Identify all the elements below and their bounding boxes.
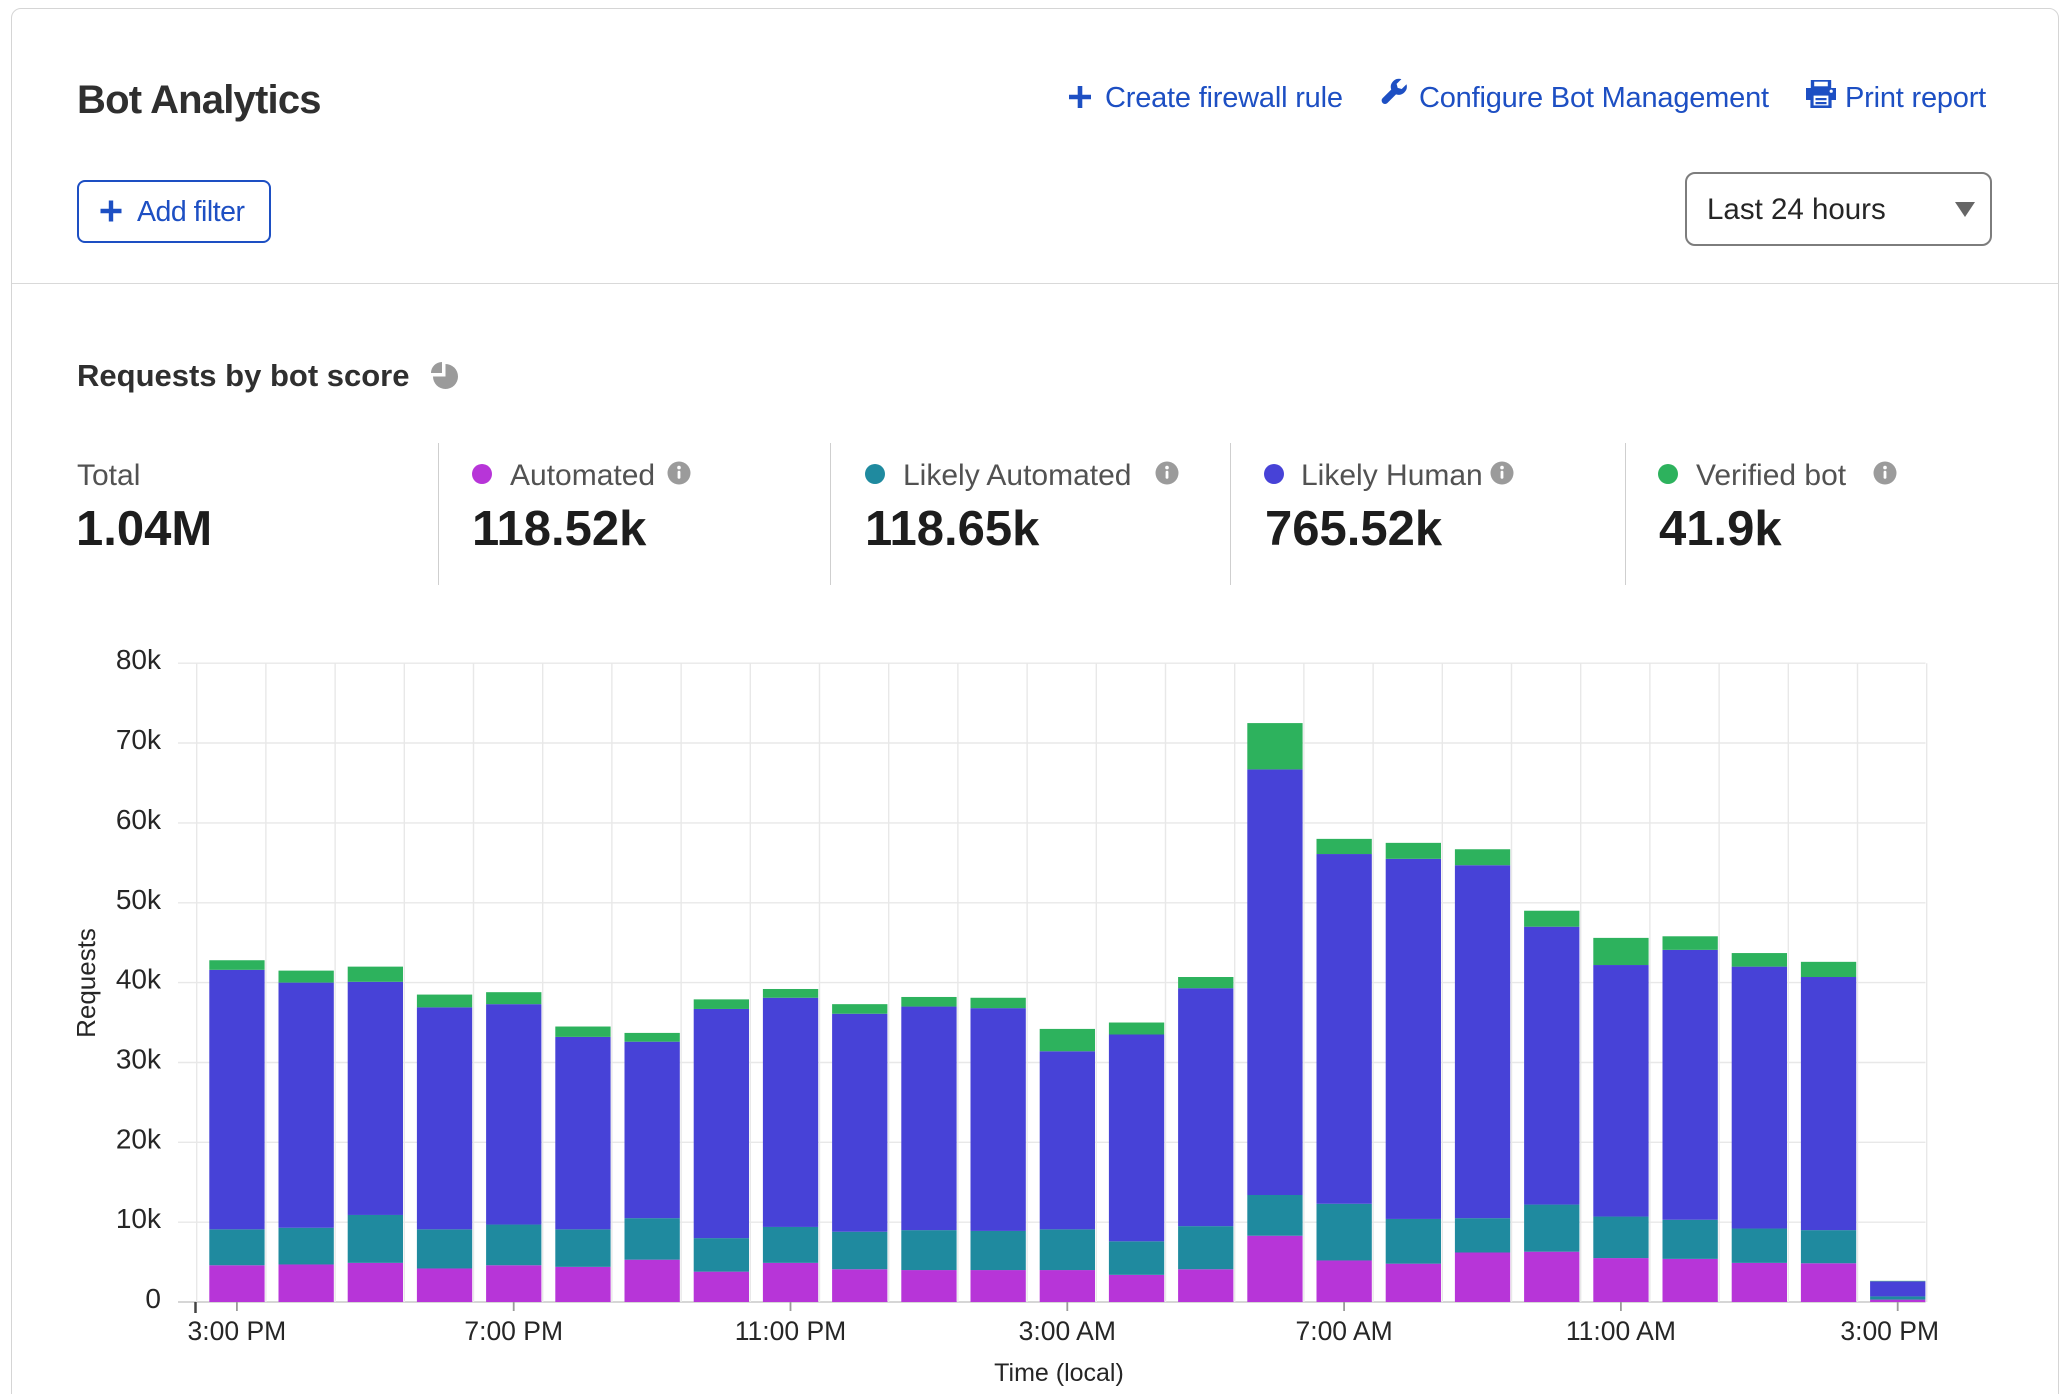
svg-text:70k: 70k (116, 724, 162, 755)
svg-text:7:00 PM: 7:00 PM (464, 1316, 563, 1346)
svg-text:3:00 AM: 3:00 AM (1019, 1316, 1116, 1346)
svg-text:7:00 AM: 7:00 AM (1295, 1316, 1392, 1346)
svg-text:Requests: Requests (71, 928, 101, 1038)
svg-text:20k: 20k (116, 1123, 162, 1154)
svg-text:80k: 80k (116, 644, 162, 675)
svg-text:10k: 10k (116, 1203, 162, 1234)
svg-text:11:00 PM: 11:00 PM (735, 1316, 846, 1346)
svg-text:Time (local): Time (local) (994, 1359, 1124, 1387)
svg-text:60k: 60k (116, 804, 162, 835)
svg-text:50k: 50k (116, 884, 162, 915)
svg-text:0: 0 (145, 1283, 161, 1314)
svg-text:40k: 40k (116, 964, 162, 995)
svg-text:30k: 30k (116, 1044, 162, 1075)
svg-text:11:00 AM: 11:00 AM (1566, 1316, 1676, 1346)
svg-text:3:00 PM: 3:00 PM (188, 1316, 287, 1346)
svg-text:3:00 PM: 3:00 PM (1840, 1316, 1939, 1346)
